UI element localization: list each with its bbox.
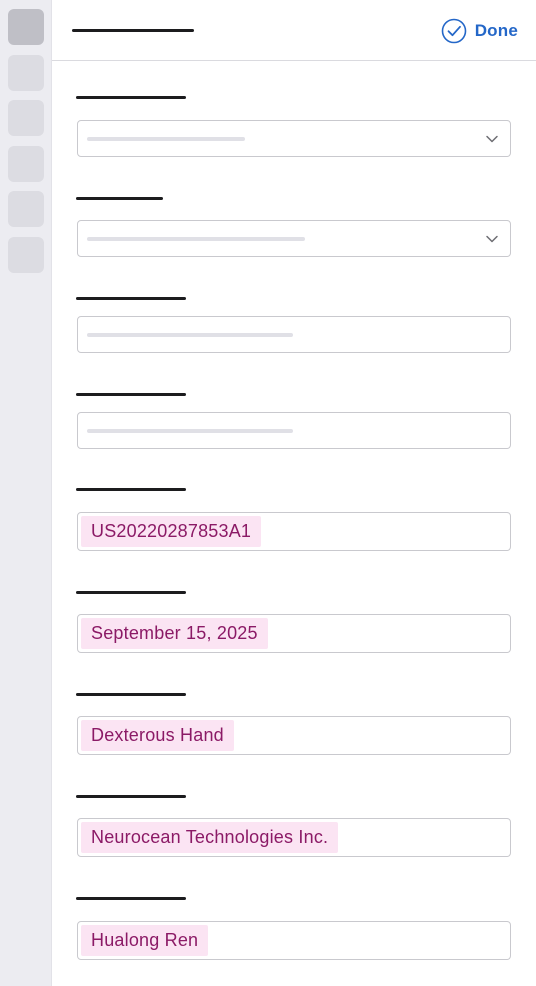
- field-label-6: [76, 591, 186, 594]
- field-label-2: [76, 197, 163, 200]
- select-placeholder: [87, 237, 305, 241]
- chevron-down-icon: [486, 135, 498, 143]
- patent-number-value: US20220287853A1: [81, 516, 262, 547]
- sidebar-item-1[interactable]: [8, 9, 44, 45]
- field-label-5: [76, 488, 186, 491]
- text-field-4[interactable]: [77, 412, 511, 449]
- select-field-1[interactable]: [77, 120, 511, 157]
- chevron-down-icon: [486, 235, 498, 243]
- title-field[interactable]: Dexterous Hand: [77, 716, 511, 755]
- sidebar-item-3[interactable]: [8, 100, 44, 136]
- inventor-value: Hualong Ren: [81, 925, 209, 956]
- date-value: September 15, 2025: [81, 618, 268, 649]
- field-label-1: [76, 96, 186, 99]
- assignee-value: Neurocean Technologies Inc.: [81, 822, 339, 853]
- patent-number-field[interactable]: US20220287853A1: [77, 512, 511, 551]
- field-label-8: [76, 795, 186, 798]
- sidebar-item-4[interactable]: [8, 146, 44, 182]
- input-placeholder: [87, 429, 293, 433]
- check-circle-icon: [441, 18, 467, 44]
- select-placeholder: [87, 137, 245, 141]
- date-field[interactable]: September 15, 2025: [77, 614, 511, 653]
- assignee-field[interactable]: Neurocean Technologies Inc.: [77, 818, 511, 857]
- input-placeholder: [87, 333, 293, 337]
- title-value: Dexterous Hand: [81, 720, 234, 751]
- header: Done: [52, 0, 536, 61]
- sidebar-item-2[interactable]: [8, 55, 44, 91]
- sidebar-item-5[interactable]: [8, 191, 44, 227]
- field-label-9: [76, 897, 186, 900]
- field-label-7: [76, 693, 186, 696]
- done-button[interactable]: Done: [441, 17, 518, 45]
- done-label: Done: [474, 21, 518, 40]
- field-label-3: [76, 297, 186, 300]
- field-label-4: [76, 393, 186, 396]
- text-field-3[interactable]: [77, 316, 511, 353]
- select-field-2[interactable]: [77, 220, 511, 257]
- inventor-field[interactable]: Hualong Ren: [77, 921, 511, 960]
- sidebar-item-6[interactable]: [8, 237, 44, 273]
- page-title: [72, 29, 194, 32]
- sidebar: [0, 0, 52, 986]
